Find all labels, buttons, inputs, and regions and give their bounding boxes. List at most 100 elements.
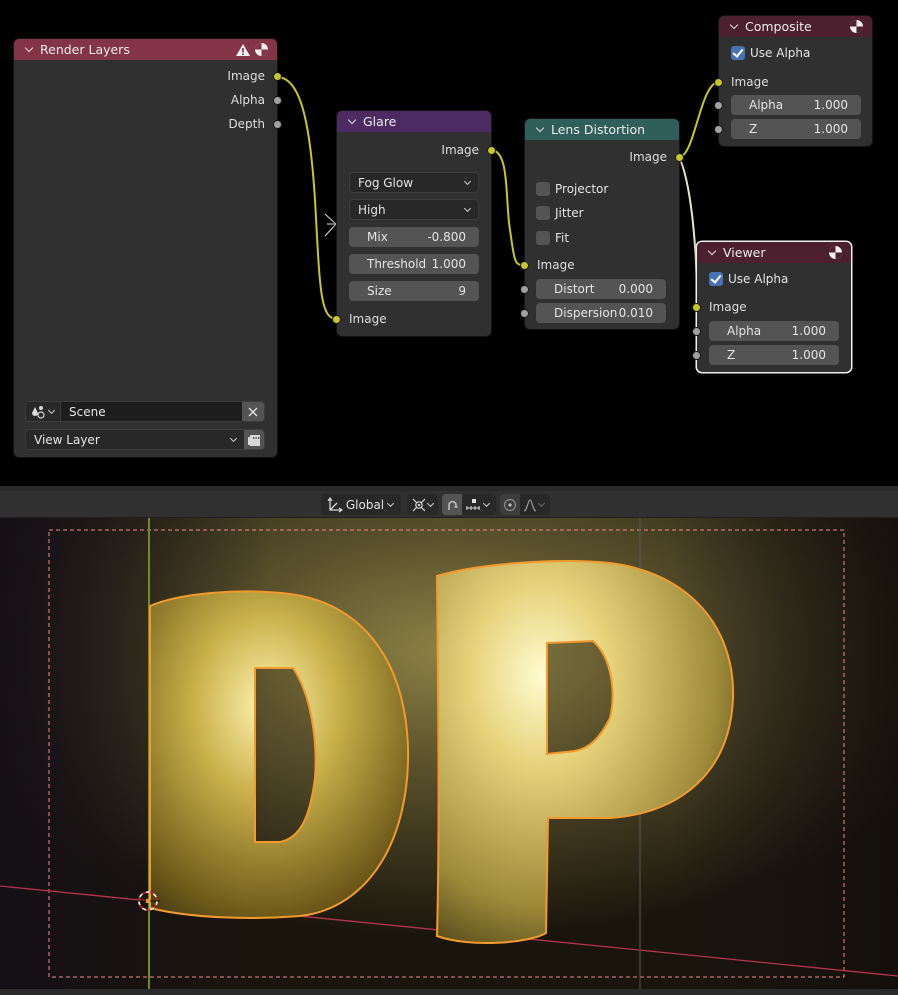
viewport-header: Global	[0, 491, 898, 518]
alpha-field[interactable]: Alpha 1.000	[709, 321, 839, 341]
alpha-field[interactable]: Alpha 1.000	[731, 95, 861, 115]
falloff-dropdown[interactable]	[520, 498, 546, 512]
chevron-down-icon	[483, 501, 491, 509]
chevron-down-icon	[538, 501, 546, 509]
status-bar	[0, 989, 898, 995]
composite-node[interactable]: Composite Use Alpha Image Alpha 1.000 Z 1.…	[714, 16, 872, 146]
node-title: Viewer	[723, 245, 766, 260]
warning-icon	[236, 43, 250, 56]
viewer-node[interactable]: Viewer Use Alpha Image Alpha 1.000 Z 1.000	[692, 242, 851, 372]
socket-image-out[interactable]	[273, 71, 282, 81]
chevron-down-icon	[464, 179, 472, 187]
collapse-chevron-icon[interactable]	[729, 22, 739, 32]
scene-icon	[32, 405, 45, 419]
socket-alpha-in[interactable]	[714, 101, 723, 110]
input-image: Image	[714, 71, 872, 93]
render-layers-header[interactable]: Render Layers	[14, 39, 277, 60]
input-image: Image	[692, 296, 851, 318]
checkbox[interactable]	[536, 182, 550, 196]
view-layer-dropdown[interactable]: View Layer	[26, 430, 244, 449]
composite-header[interactable]: Composite	[719, 16, 872, 37]
socket-image-out[interactable]	[675, 152, 684, 162]
chevron-down-icon	[427, 501, 434, 509]
reroute-arrow-icon	[324, 213, 337, 237]
socket-z-in[interactable]	[692, 351, 701, 360]
view-layer-selector[interactable]: View Layer	[25, 429, 265, 450]
jitter-checkbox[interactable]: Jitter	[536, 206, 584, 220]
render-preview-icon[interactable]	[254, 42, 269, 57]
scene-browse-button[interactable]	[26, 402, 61, 421]
chevron-down-icon	[387, 501, 395, 509]
quality-dropdown[interactable]: High	[349, 199, 479, 220]
link-lens-viewer	[678, 156, 698, 308]
unlink-scene-button[interactable]	[242, 402, 264, 421]
output-depth: Depth	[14, 113, 282, 135]
pivot-point-dropdown[interactable]	[407, 494, 438, 515]
node-editor[interactable]: Render Layers Image Alpha Depth Scene Vi…	[0, 0, 898, 486]
lens-distortion-header[interactable]: Lens Distortion	[525, 119, 679, 140]
output-image: Image	[337, 139, 496, 161]
glare-header[interactable]: Glare	[337, 111, 491, 132]
size-field[interactable]: Size 9	[349, 281, 479, 301]
socket-alpha-in[interactable]	[692, 327, 701, 336]
proportional-editing-toggle[interactable]	[500, 494, 520, 515]
snap-target-dropdown[interactable]	[462, 498, 491, 512]
z-field[interactable]: Z 1.000	[731, 119, 861, 139]
collapse-chevron-icon[interactable]	[535, 125, 545, 135]
render-preview-icon[interactable]	[849, 19, 864, 34]
glare-type-dropdown[interactable]: Fog Glow	[349, 172, 479, 193]
z-field[interactable]: Z 1.000	[709, 345, 839, 365]
link-glare-lens	[490, 149, 526, 266]
chevron-down-icon	[48, 408, 56, 416]
use-alpha-checkbox[interactable]: Use Alpha	[709, 272, 788, 286]
render-preview-icon[interactable]	[828, 245, 843, 260]
socket-distort-in[interactable]	[520, 285, 529, 294]
proportional-editing-icon	[503, 498, 517, 511]
collapse-chevron-icon[interactable]	[707, 248, 717, 258]
socket-image-in[interactable]	[714, 77, 723, 87]
pivot-point-icon	[412, 498, 425, 511]
chevron-down-icon	[230, 436, 238, 444]
projector-checkbox[interactable]: Projector	[536, 182, 608, 196]
scene-selector[interactable]: Scene	[25, 401, 265, 422]
transform-orientation-dropdown[interactable]: Global	[321, 494, 401, 515]
dispersion-field[interactable]: Dispersion 0.010	[536, 303, 666, 323]
output-alpha: Alpha	[14, 89, 282, 111]
fit-checkbox[interactable]: Fit	[536, 231, 569, 245]
falloff-icon	[523, 498, 537, 512]
node-title: Lens Distortion	[551, 122, 646, 137]
socket-image-in[interactable]	[692, 302, 701, 312]
checkbox[interactable]	[536, 231, 550, 245]
distort-field[interactable]: Distort 0.000	[536, 279, 666, 299]
proportional-group	[500, 494, 550, 515]
render-layers-node[interactable]: Render Layers Image Alpha Depth Scene Vi…	[14, 39, 282, 457]
socket-alpha-out[interactable]	[273, 95, 282, 105]
viewer-header[interactable]: Viewer	[697, 242, 851, 263]
socket-depth-out[interactable]	[273, 119, 282, 129]
lens-distortion-node[interactable]: Lens Distortion Image Projector Jitter F…	[520, 119, 684, 329]
link-renderlayers-glare	[276, 76, 338, 320]
snap-toggle[interactable]	[442, 494, 462, 515]
threshold-field[interactable]: Threshold 1.000	[349, 254, 479, 274]
use-alpha-checkbox[interactable]: Use Alpha	[731, 46, 810, 60]
checkbox[interactable]	[536, 206, 550, 220]
collapse-chevron-icon[interactable]	[347, 117, 357, 127]
socket-image-out[interactable]	[487, 145, 496, 155]
snap-increment-icon	[466, 498, 480, 510]
render-view-layer-button[interactable]	[244, 430, 264, 449]
snap-icon	[448, 500, 458, 510]
3d-viewport[interactable]: Global	[0, 491, 898, 995]
socket-image-in[interactable]	[332, 314, 341, 324]
glare-node[interactable]: Glare Image Fog Glow High Mix -0.800 Thre…	[332, 111, 496, 336]
node-title: Composite	[745, 19, 812, 34]
scene-name-field[interactable]: Scene	[61, 402, 242, 421]
viewport-scene[interactable]	[0, 518, 898, 995]
input-image: Image	[520, 254, 679, 276]
socket-dispersion-in[interactable]	[520, 309, 529, 318]
checkbox[interactable]	[731, 46, 745, 60]
mix-field[interactable]: Mix -0.800	[349, 227, 479, 247]
collapse-chevron-icon[interactable]	[24, 45, 34, 55]
checkbox[interactable]	[709, 272, 723, 286]
socket-image-in[interactable]	[520, 260, 529, 270]
socket-z-in[interactable]	[714, 125, 723, 134]
